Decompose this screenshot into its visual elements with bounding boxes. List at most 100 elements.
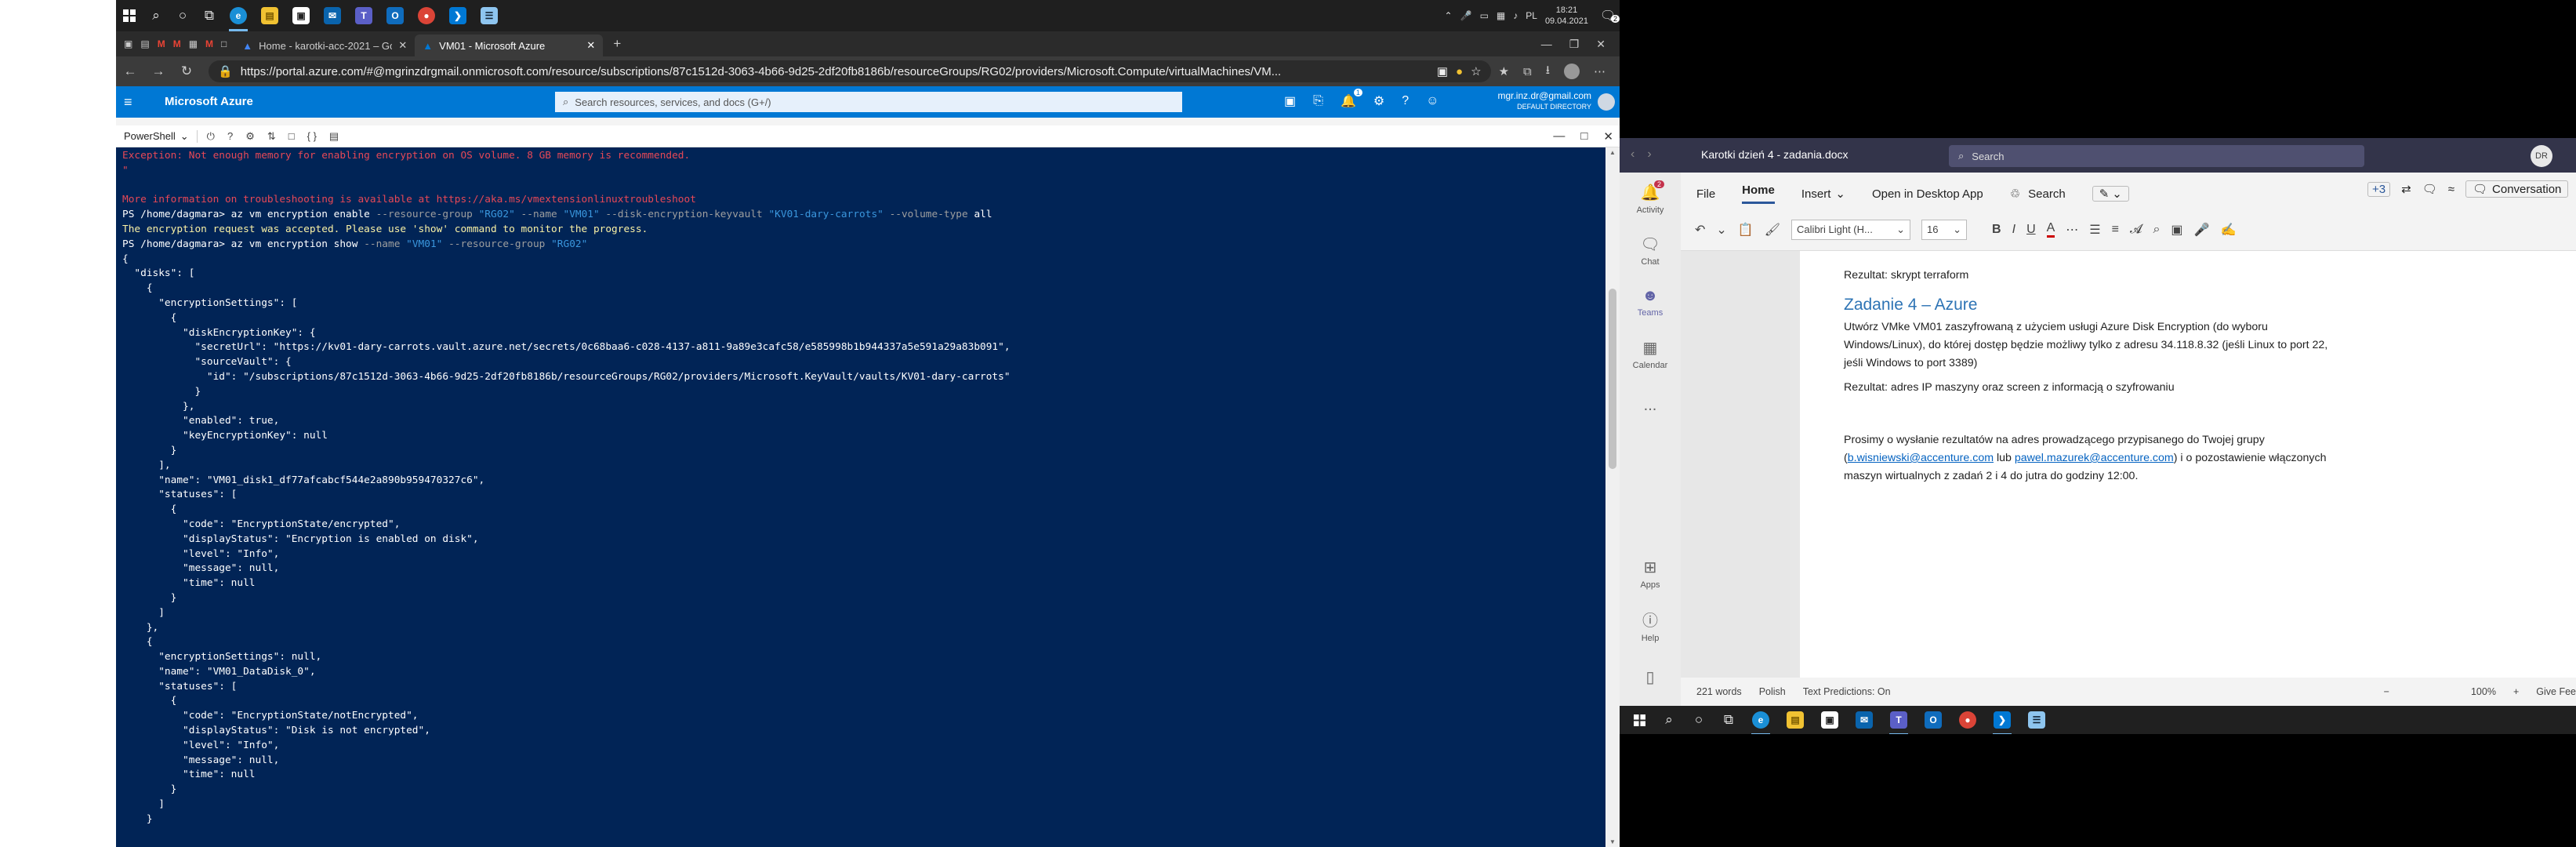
italic-icon[interactable]: I — [2012, 223, 2015, 237]
zoom-level[interactable]: 100% — [2471, 686, 2496, 697]
close-window-icon[interactable]: ✕ — [1596, 38, 1605, 51]
upload-download-icon[interactable]: ⇅ — [267, 130, 276, 143]
account-avatar[interactable] — [1598, 93, 1615, 111]
menu-open-desktop[interactable]: Open in Desktop App — [1872, 187, 1983, 201]
action-center-icon[interactable]: 🗨 2 — [1596, 4, 1620, 27]
format-painter-icon[interactable]: 🖌 — [1765, 222, 1780, 238]
font-size-select[interactable]: 16 ⌄ — [1921, 219, 1968, 240]
chrome-icon[interactable]: ● — [411, 0, 442, 31]
teams-app-icon[interactable]: T — [1883, 704, 1914, 736]
email-link-1[interactable]: b.wisniewski@accenture.com — [1848, 452, 1994, 464]
gmail-icon-2[interactable]: M — [173, 38, 181, 49]
notes-app-icon[interactable]: ☰ — [473, 0, 505, 31]
shell-selector[interactable]: PowerShell ⌄ — [116, 129, 198, 143]
web-preview-icon[interactable]: ▤ — [329, 130, 339, 143]
refresh-icon[interactable]: ↻ — [172, 57, 201, 85]
close-icon[interactable]: ✕ — [586, 39, 595, 52]
editor-braces-icon[interactable]: { } — [307, 130, 317, 142]
maximize-icon[interactable]: □ — [1580, 129, 1587, 143]
teams-search-input[interactable]: ⌕ Search — [1949, 145, 2364, 167]
vscode-icon[interactable]: ❯ — [442, 0, 473, 31]
more-icon[interactable]: ⋯ — [2066, 222, 2078, 238]
find-icon[interactable]: ⌕ — [2153, 223, 2160, 237]
language[interactable]: Polish — [1759, 686, 1786, 697]
mail-icon[interactable]: ✉ — [317, 0, 348, 31]
edge-app-icon[interactable]: e — [223, 0, 254, 31]
outlook-icon[interactable]: O — [1917, 704, 1949, 736]
more-icon[interactable]: ⋯ — [1594, 64, 1605, 78]
teams-app-icon[interactable]: T — [348, 0, 379, 31]
cortana-icon[interactable]: ○ — [1685, 706, 1712, 734]
power-restart-icon[interactable]: ⏻ — [207, 130, 215, 143]
dictate-icon[interactable]: 🎤 — [2194, 222, 2210, 238]
bold-icon[interactable]: B — [1992, 223, 2001, 237]
word-count[interactable]: 221 words — [1696, 686, 1742, 697]
chevron-up-icon[interactable]: ⌃ — [1445, 10, 1453, 21]
downloads-icon[interactable]: ⭳ — [1546, 62, 1550, 82]
microphone-icon[interactable]: 🎤 — [1460, 10, 1472, 21]
azure-brand[interactable]: Microsoft Azure — [165, 95, 253, 108]
bullets-icon[interactable]: ☰ — [2089, 222, 2100, 238]
outlook-icon[interactable]: O — [379, 0, 411, 31]
notifications-bell-icon[interactable]: 🔔 1 — [1341, 89, 1362, 109]
extension-icon[interactable]: ● — [1456, 65, 1463, 78]
store-icon[interactable]: ▣ — [1814, 704, 1845, 736]
battery-icon[interactable]: ▭ — [1480, 10, 1489, 21]
menu-search[interactable]: ♲ Search — [2010, 187, 2066, 202]
windows-start-icon[interactable] — [116, 2, 143, 30]
volume-icon[interactable]: ♪ — [1513, 10, 1518, 21]
tab-icon[interactable]: ▦ — [189, 38, 198, 49]
share-icon[interactable]: ⇄ — [2401, 182, 2411, 196]
favorite-star-icon[interactable]: ☆ — [1471, 64, 1481, 78]
mail-icon[interactable]: ✉ — [1849, 704, 1880, 736]
task-view-icon[interactable]: ⧉ — [1715, 706, 1742, 734]
feedback-icon[interactable]: ☺ — [1426, 94, 1439, 108]
rail-apps[interactable]: ⊞ Apps — [1620, 547, 1681, 599]
zoom-in-icon[interactable]: + — [2513, 686, 2519, 697]
email-link-2[interactable]: pawel.mazurek@accenture.com — [2015, 452, 2174, 464]
store-icon[interactable]: ▣ — [285, 0, 317, 31]
give-feedback[interactable]: Give Fee — [2536, 686, 2576, 697]
network-icon[interactable]: ▦ — [1497, 10, 1505, 21]
shell-resize-handle[interactable] — [116, 118, 1620, 125]
edge-app-icon[interactable]: e — [1745, 704, 1776, 736]
conversation-button[interactable]: 🗨 Conversation — [2465, 180, 2569, 198]
comment-icon[interactable]: 🗨 — [2422, 182, 2437, 196]
search-icon[interactable]: ⌕ — [143, 2, 169, 30]
azure-account[interactable]: mgr.inz.dr@gmail.com DEFAULT DIRECTORY — [1497, 90, 1591, 112]
menu-file[interactable]: File — [1696, 187, 1715, 201]
collaborators-count[interactable]: +3 — [2367, 181, 2391, 197]
azure-search-input[interactable]: ⌕ Search resources, services, and docs (… — [555, 92, 1182, 112]
font-name-select[interactable]: Calibri Light (H... ⌄ — [1791, 219, 1911, 240]
tab-icon-2[interactable]: □ — [221, 38, 227, 49]
powershell-console[interactable]: Exception: Not enough memory for enablin… — [116, 147, 1605, 847]
text-predictions[interactable]: Text Predictions: On — [1803, 686, 1891, 697]
editing-mode-button[interactable]: ✎ ⌄ — [2092, 186, 2129, 202]
file-explorer-icon[interactable]: ▤ — [254, 0, 285, 31]
vscode-icon[interactable]: ❯ — [1986, 704, 2018, 736]
rail-chat[interactable]: 🗨 Chat — [1620, 224, 1681, 276]
gmail-icon[interactable]: M — [158, 38, 165, 49]
new-tab-button[interactable]: + — [603, 30, 631, 58]
scroll-up-icon[interactable]: ▲ — [1609, 149, 1616, 156]
scroll-down-icon[interactable]: ▼ — [1609, 838, 1616, 845]
url-field[interactable]: 🔒 https://portal.azure.com/#@mgrinzdrgma… — [209, 60, 1491, 82]
menu-home[interactable]: Home — [1742, 184, 1775, 204]
settings-gear-icon[interactable]: ⚙ — [1373, 93, 1384, 109]
scrollbar-thumb[interactable] — [1609, 289, 1616, 469]
tab-actions-icon[interactable]: ▤ — [140, 38, 149, 49]
rail-device[interactable]: ▯ — [1620, 651, 1681, 703]
styles-icon[interactable]: 𝓐 — [2130, 223, 2142, 237]
forward-icon[interactable]: → — [144, 57, 172, 85]
settings-gear-icon[interactable]: ⚙ — [245, 130, 255, 143]
rail-activity[interactable]: 🔔 2 Activity — [1620, 173, 1681, 224]
undo-icon[interactable]: ↶ — [1695, 222, 1705, 238]
zoom-out-icon[interactable]: − — [2384, 686, 2389, 697]
rail-more[interactable]: ... — [1620, 380, 1681, 431]
windows-start-icon[interactable] — [1626, 706, 1653, 734]
cortana-icon[interactable]: ○ — [169, 2, 196, 30]
minimize-icon[interactable]: — — [1553, 129, 1565, 143]
back-icon[interactable]: ‹ — [1631, 147, 1634, 162]
rail-teams[interactable]: ☻ Teams — [1620, 276, 1681, 328]
tab-vm01[interactable]: ▲ VM01 - Microsoft Azure ✕ — [415, 35, 604, 56]
